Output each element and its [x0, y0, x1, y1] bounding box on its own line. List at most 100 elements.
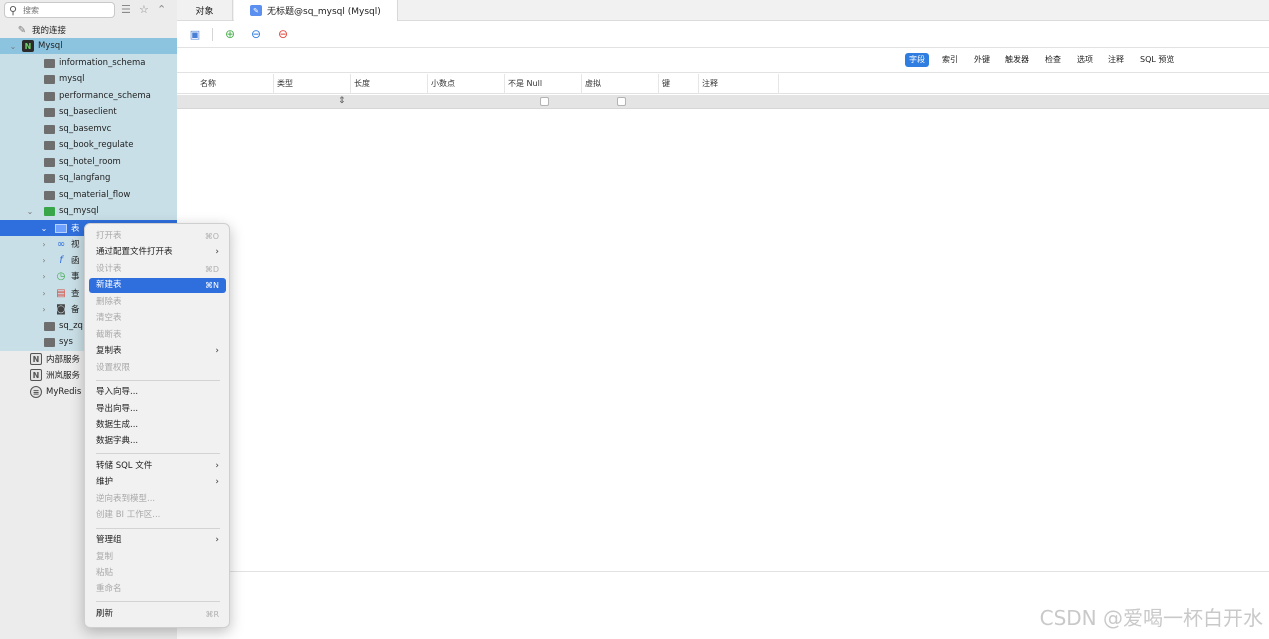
subtab-sql-preview[interactable]: SQL 预览: [1136, 53, 1178, 67]
menu-item-truncate-table[interactable]: 截断表: [89, 328, 226, 343]
menu-item-copy-table[interactable]: 复制表 ›: [89, 344, 226, 359]
tree-item-database[interactable]: performance_schema: [0, 88, 177, 104]
menu-item-manage-group[interactable]: 管理组 ›: [89, 533, 226, 548]
tree-item-label: 备: [71, 305, 80, 315]
search-icon: ⚲: [9, 4, 18, 17]
menu-item-new-table[interactable]: 新建表 ⌘N: [89, 278, 226, 293]
tree-item-database[interactable]: sq_material_flow: [0, 187, 177, 203]
designer-toolbar: ▣ ⊕ ⊖ ⊖: [177, 21, 1269, 48]
subtab-options[interactable]: 选项: [1073, 53, 1097, 67]
column-header-name[interactable]: 名称: [197, 74, 274, 94]
tree-item-mysql[interactable]: ⌄ N Mysql: [0, 38, 177, 54]
column-header-type[interactable]: 类型: [274, 74, 351, 94]
column-header-length[interactable]: 长度: [351, 74, 428, 94]
tree-item-database[interactable]: sq_book_regulate: [0, 137, 177, 153]
database-icon: [44, 124, 55, 134]
tree-item-label: mysql: [59, 74, 85, 84]
mysql-connection-icon: N: [22, 40, 34, 52]
chevron-right-icon[interactable]: ›: [39, 240, 49, 249]
menu-item-import-wizard[interactable]: 导入向导...: [89, 385, 226, 400]
type-stepper-icon[interactable]: ⇕: [338, 96, 346, 106]
subtab-triggers[interactable]: 触发器: [1001, 53, 1033, 67]
column-header-key[interactable]: 键: [659, 74, 699, 94]
menu-item-copy[interactable]: 复制: [89, 550, 226, 565]
menu-item-open-table[interactable]: 打开表 ⌘O: [89, 229, 226, 244]
menu-item-maintenance[interactable]: 维护 ›: [89, 475, 226, 490]
subtab-indexes[interactable]: 索引: [938, 53, 962, 67]
menu-item-label: 清空表: [96, 313, 122, 323]
menu-item-label: 重命名: [96, 584, 122, 594]
column-header-comment[interactable]: 注释: [699, 74, 779, 94]
menu-item-reverse-to-model[interactable]: 逆向表到模型...: [89, 492, 226, 507]
menu-item-empty-table[interactable]: 清空表: [89, 311, 226, 326]
column-header-decimals[interactable]: 小数点: [428, 74, 505, 94]
panel-divider: [177, 571, 1269, 572]
chevron-right-icon[interactable]: ›: [39, 305, 49, 314]
filter-icon[interactable]: ☰: [121, 3, 131, 16]
menu-item-data-dictionary[interactable]: 数据字典...: [89, 434, 226, 449]
tree-item-database[interactable]: sq_baseclient: [0, 104, 177, 120]
menu-item-label: 通过配置文件打开表: [96, 247, 173, 257]
not-null-checkbox[interactable]: [540, 97, 549, 106]
menu-item-paste[interactable]: 粘贴: [89, 566, 226, 581]
tree-item-label: sq_basemvc: [59, 124, 112, 134]
tree-item-my-connections[interactable]: ✎ 我的连接: [0, 22, 177, 38]
menu-item-label: 创建 BI 工作区...: [96, 510, 161, 520]
virtual-checkbox[interactable]: [617, 97, 626, 106]
menu-item-set-permissions[interactable]: 设置权限: [89, 361, 226, 376]
menu-item-create-bi-workspace[interactable]: 创建 BI 工作区...: [89, 508, 226, 523]
menu-item-dump-sql[interactable]: 转储 SQL 文件 ›: [89, 459, 226, 474]
toolbar-divider: [212, 28, 213, 41]
search-box[interactable]: ⚲: [4, 2, 115, 18]
tree-item-database[interactable]: sq_langfang: [0, 170, 177, 186]
database-open-icon: [44, 206, 55, 216]
menu-item-data-generation[interactable]: 数据生成...: [89, 418, 226, 433]
menu-item-label: 粘贴: [96, 568, 114, 578]
subtab-foreign-keys[interactable]: 外键: [970, 53, 994, 67]
menu-shortcut: ⌘R: [205, 610, 219, 619]
tree-item-database[interactable]: information_schema: [0, 55, 177, 71]
subtab-fields[interactable]: 字段: [905, 53, 929, 67]
tree-item-label: sys: [59, 337, 73, 347]
field-row[interactable]: ⇕: [177, 95, 1269, 109]
insert-field-icon[interactable]: ⊖: [249, 27, 263, 41]
tree-item-database[interactable]: mysql: [0, 71, 177, 87]
tree-item-sq-mysql[interactable]: ⌄ sq_mysql: [0, 203, 177, 219]
menu-item-rename[interactable]: 重命名: [89, 582, 226, 597]
save-icon[interactable]: ▣: [188, 27, 202, 41]
menu-item-label: 管理组: [96, 535, 122, 545]
menu-item-open-via-profile[interactable]: 通过配置文件打开表 ›: [89, 245, 226, 260]
delete-field-icon[interactable]: ⊖: [276, 27, 290, 41]
collapse-icon[interactable]: ⌃: [157, 3, 166, 16]
menu-item-label: 截断表: [96, 330, 122, 340]
menu-separator: [96, 528, 220, 529]
menu-item-refresh[interactable]: 刷新 ⌘R: [89, 607, 226, 622]
tab-objects[interactable]: 对象: [177, 0, 233, 21]
chevron-right-icon[interactable]: ›: [39, 289, 49, 298]
connection-icon: N: [30, 369, 42, 381]
chevron-right-icon[interactable]: ›: [39, 256, 49, 265]
add-field-icon[interactable]: ⊕: [223, 27, 237, 41]
context-menu: 打开表 ⌘O 通过配置文件打开表 › 设计表 ⌘D 新建表 ⌘N 删除表 清空表…: [84, 223, 230, 628]
tab-bar: 对象 ✎ 无标题@sq_mysql (Mysql): [177, 0, 1269, 21]
search-input[interactable]: [23, 4, 111, 16]
chevron-down-icon[interactable]: ⌄: [8, 42, 18, 51]
column-header-not-null[interactable]: 不是 Null: [505, 74, 582, 94]
menu-item-delete-table[interactable]: 删除表: [89, 295, 226, 310]
tab-untitled-table[interactable]: ✎ 无标题@sq_mysql (Mysql): [234, 0, 398, 21]
tree-item-database[interactable]: sq_basemvc: [0, 121, 177, 137]
menu-item-label: 删除表: [96, 297, 122, 307]
menu-item-design-table[interactable]: 设计表 ⌘D: [89, 262, 226, 277]
star-icon[interactable]: ☆: [139, 3, 149, 16]
chevron-down-icon[interactable]: ⌄: [25, 207, 35, 216]
tab-label: 对象: [195, 7, 214, 17]
tree-item-database[interactable]: sq_hotel_room: [0, 154, 177, 170]
redis-icon: ≡: [30, 386, 42, 398]
subtab-checks[interactable]: 检查: [1041, 53, 1065, 67]
subtab-comments[interactable]: 注释: [1104, 53, 1128, 67]
chevron-right-icon[interactable]: ›: [39, 272, 49, 281]
chevron-down-icon[interactable]: ⌄: [39, 224, 49, 233]
column-header-virtual[interactable]: 虚拟: [582, 74, 659, 94]
menu-item-export-wizard[interactable]: 导出向导...: [89, 402, 226, 417]
view-icon: ∞: [56, 238, 66, 250]
